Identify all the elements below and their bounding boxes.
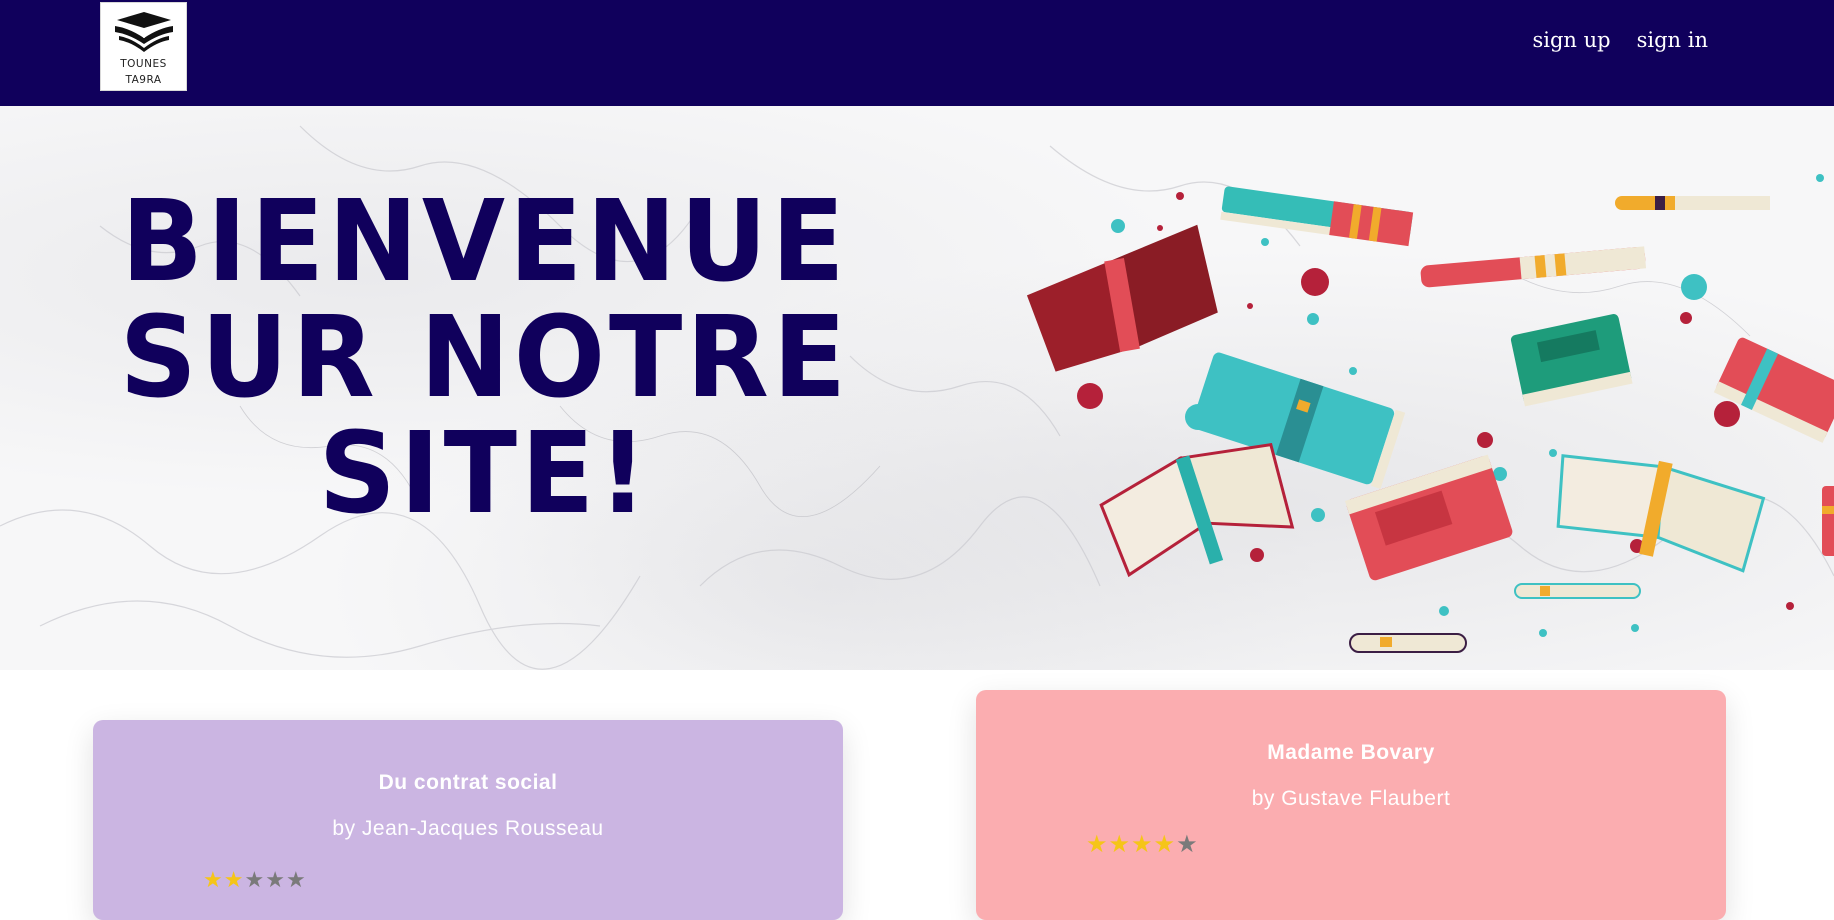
star-icon[interactable]: ★ xyxy=(244,868,264,893)
site-header: TOUNES TA9RA sign up sign in xyxy=(0,0,1834,106)
book-card-madame-bovary[interactable]: Madame Bovary by Gustave Flaubert ★ ★ ★ ★ ★ xyxy=(976,690,1726,920)
book-open-lower-left xyxy=(1099,442,1295,578)
book-author: by Jean-Jacques Rousseau xyxy=(332,817,604,840)
book-slim-top-right xyxy=(1615,196,1770,210)
sign-up-link[interactable]: sign up xyxy=(1533,28,1611,52)
star-icon[interactable]: ★ xyxy=(224,868,244,893)
open-book-logo-icon xyxy=(115,12,173,52)
book-slim-bottom xyxy=(1514,583,1641,599)
rating-stars: ★ ★ ★ ★ ★ xyxy=(203,868,306,893)
book-red-open-left xyxy=(1026,224,1218,372)
star-icon[interactable]: ★ xyxy=(265,868,285,893)
book-edge-right xyxy=(1822,486,1834,556)
star-icon[interactable]: ★ xyxy=(1109,830,1131,858)
hero-title-line1: BIENVENUE xyxy=(121,177,849,307)
sign-in-link[interactable]: sign in xyxy=(1637,28,1708,52)
hero-title: BIENVENUE SUR NOTRE SITE! xyxy=(0,184,970,532)
book-title: Du contrat social xyxy=(378,771,558,794)
logo-text-line2: TA9RA xyxy=(125,74,162,86)
star-icon[interactable]: ★ xyxy=(286,868,306,893)
star-icon[interactable]: ★ xyxy=(1176,830,1198,858)
book-title: Madame Bovary xyxy=(1267,741,1435,764)
rating-stars: ★ ★ ★ ★ ★ xyxy=(1086,830,1198,858)
hero-title-line3: SITE! xyxy=(318,409,652,539)
flying-books-illustration xyxy=(1026,174,1834,653)
book-author: by Gustave Flaubert xyxy=(1251,787,1451,810)
star-icon[interactable]: ★ xyxy=(1086,830,1108,858)
star-icon[interactable]: ★ xyxy=(1154,830,1176,858)
star-icon[interactable]: ★ xyxy=(1131,830,1153,858)
book-green xyxy=(1510,314,1633,407)
book-card-du-contrat-social[interactable]: Du contrat social by Jean-Jacques Rousse… xyxy=(93,720,843,920)
book-red-far-right xyxy=(1713,337,1834,443)
book-red-middle xyxy=(1420,246,1647,288)
site-logo[interactable]: TOUNES TA9RA xyxy=(100,2,187,91)
logo-text-line1: TOUNES xyxy=(120,58,167,70)
header-nav: sign up sign in xyxy=(1533,28,1709,52)
hero-banner: BIENVENUE SUR NOTRE SITE! xyxy=(0,106,1834,670)
book-open-right xyxy=(1556,454,1766,573)
star-icon[interactable]: ★ xyxy=(203,868,223,893)
book-slim-bottom-left xyxy=(1349,633,1467,653)
book-teal-top xyxy=(1220,186,1414,247)
hero-title-line2: SUR NOTRE xyxy=(119,293,851,423)
